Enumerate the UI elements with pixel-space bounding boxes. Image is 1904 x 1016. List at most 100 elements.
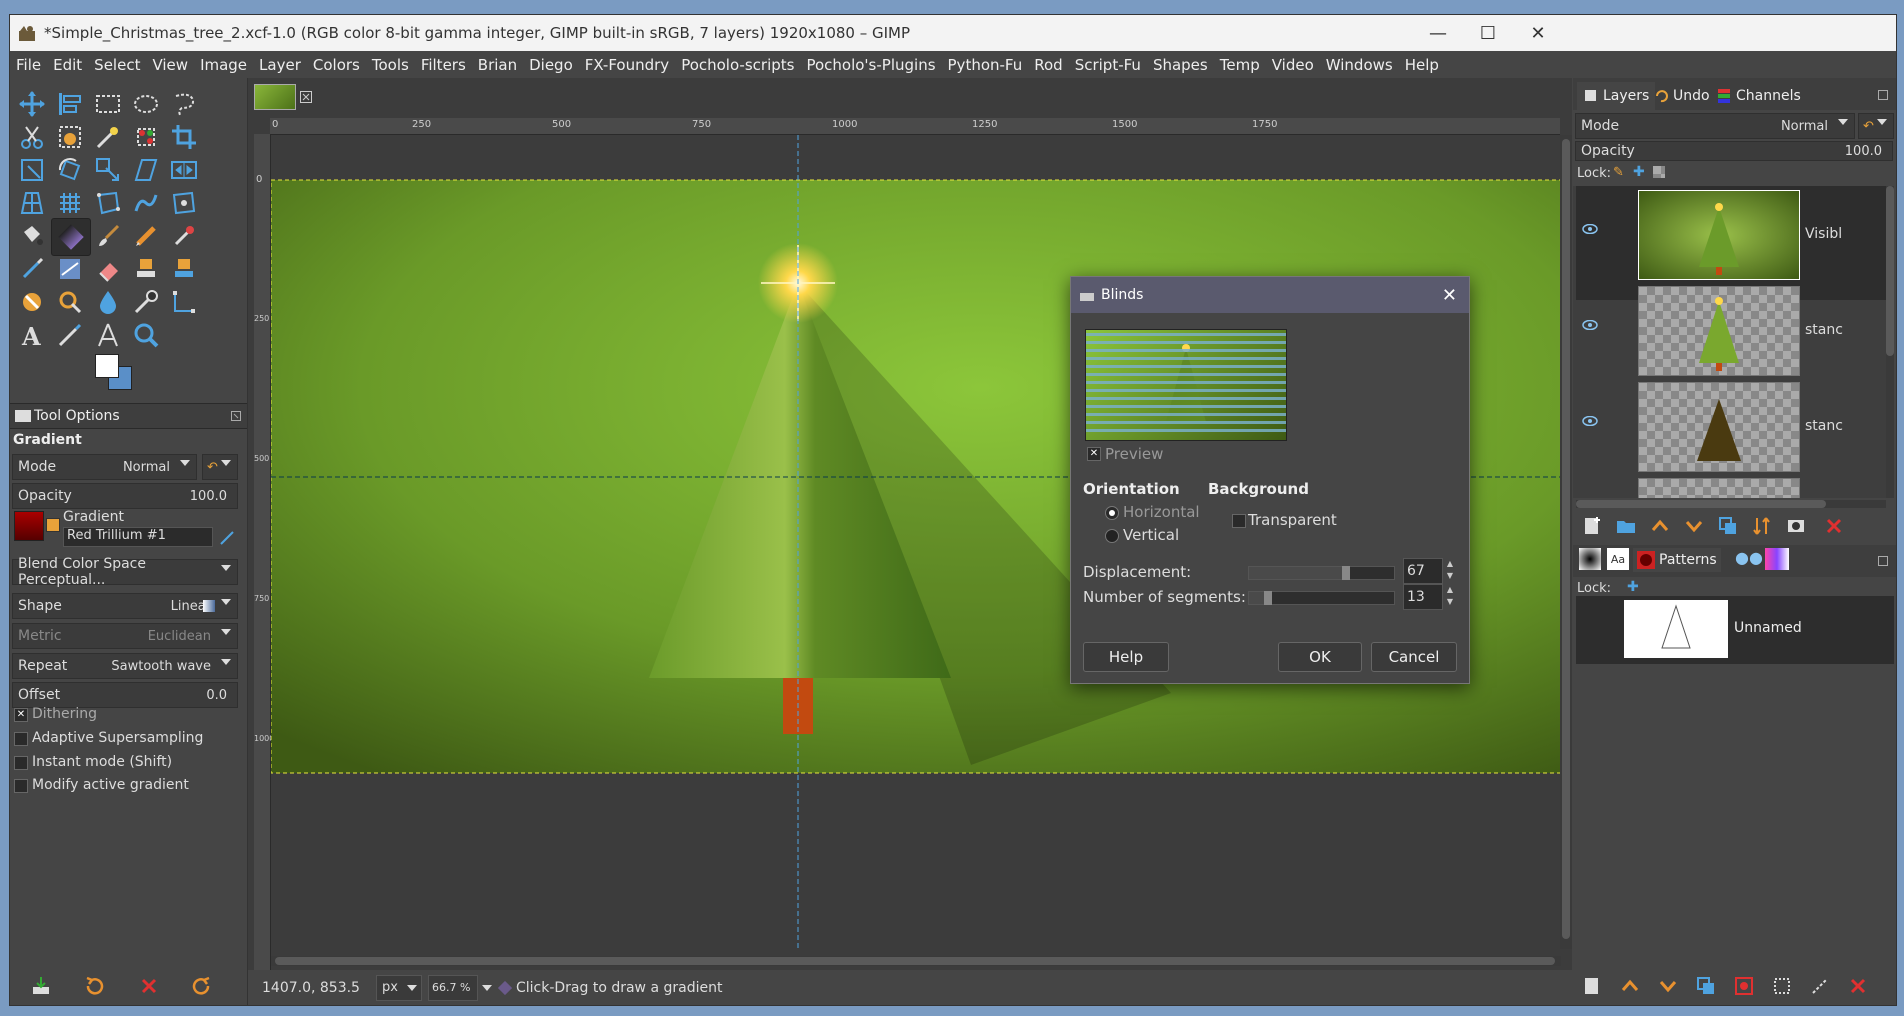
segments-slider[interactable]	[1248, 591, 1395, 605]
smudge-tool-icon[interactable]	[13, 284, 51, 320]
lock-alpha-icon[interactable]	[1653, 166, 1665, 178]
gradient-name-field[interactable]: Red Trillium #1	[63, 527, 213, 547]
preview-checkbox[interactable]: ✕	[1087, 447, 1101, 461]
tab-palettes[interactable]: ●●	[1735, 548, 1763, 570]
tab-undo[interactable]: Undo	[1653, 82, 1710, 110]
color-picker-icon[interactable]	[127, 284, 165, 320]
flip-tool-icon[interactable]	[165, 152, 203, 188]
menu-layer[interactable]: Layer	[253, 56, 307, 74]
dialog-close-icon[interactable]: ✕	[1442, 285, 1457, 306]
horizontal-radio[interactable]	[1105, 506, 1119, 520]
blur-sharpen-icon[interactable]	[89, 284, 127, 320]
paths-tool-icon[interactable]	[165, 284, 203, 320]
menu-view[interactable]: View	[146, 56, 194, 74]
menu-rod[interactable]: Rod	[1028, 56, 1068, 74]
tab-fonts[interactable]: Aa	[1607, 548, 1629, 570]
save-tool-preset-icon[interactable]	[26, 971, 56, 1001]
reset-tool-options-icon[interactable]	[187, 971, 217, 1001]
close-window-button[interactable]: ✕	[1510, 15, 1566, 51]
segments-stepper[interactable]: ▲ ▼	[1444, 584, 1456, 610]
tab-brushes[interactable]	[1579, 548, 1601, 570]
rect-select-icon[interactable]	[89, 86, 127, 122]
tab-channels[interactable]: Channels	[1716, 82, 1801, 110]
measure-tool-icon[interactable]	[51, 317, 89, 353]
anchor-icon[interactable]	[1729, 971, 1759, 1001]
foreground-color-swatch[interactable]	[95, 354, 119, 378]
modify-active-gradient-checkbox[interactable]	[14, 779, 28, 793]
visibility-eye-icon[interactable]	[1582, 320, 1598, 330]
layers-horizontal-scrollbar[interactable]	[1576, 500, 1886, 508]
blend-color-space-select[interactable]: Blend Color Space Perceptual...	[12, 556, 238, 588]
reverse-gradient-icon[interactable]	[46, 518, 60, 532]
pattern-item[interactable]: Unnamed	[1576, 596, 1894, 664]
bucket-fill-icon[interactable]	[13, 218, 51, 254]
menu-filters[interactable]: Filters	[415, 56, 472, 74]
repeat-select[interactable]: Repeat Sawtooth wave	[12, 653, 238, 679]
handle-transform-icon[interactable]	[165, 185, 203, 221]
raise-layer-icon[interactable]	[1645, 511, 1675, 541]
tool-options-tab[interactable]: Tool Options	[34, 408, 120, 424]
menu-help[interactable]: Help	[1399, 56, 1445, 74]
color-select-icon[interactable]	[127, 119, 165, 155]
selection-icon[interactable]	[1805, 971, 1835, 1001]
delete-item-icon[interactable]	[1843, 971, 1873, 1001]
visibility-eye-icon[interactable]	[1582, 224, 1598, 234]
paintbrush-icon[interactable]	[89, 218, 127, 254]
offset-slider[interactable]: Offset 0.0	[12, 682, 238, 708]
visibility-eye-icon[interactable]	[1582, 416, 1598, 426]
dithering-checkbox[interactable]: ✕	[14, 708, 28, 722]
duplicate-layer-icon[interactable]	[1713, 511, 1743, 541]
opacity-slider[interactable]: Opacity 100.0	[12, 483, 238, 509]
segments-spinbox[interactable]: 13	[1403, 584, 1443, 610]
fuzzy-select-icon[interactable]	[89, 119, 127, 155]
menu-pocholos-plugins[interactable]: Pocholo's-Plugins	[800, 56, 941, 74]
zoom-select[interactable]: 66.7 %	[427, 974, 478, 1001]
pencil-icon[interactable]	[127, 218, 165, 254]
mode-select[interactable]: Mode Normal	[12, 454, 197, 480]
layer-row[interactable]	[1576, 474, 1886, 498]
panel-menu-icon[interactable]	[231, 411, 241, 421]
free-select-icon[interactable]	[165, 86, 203, 122]
lock-position-icon[interactable]: ✚	[1627, 579, 1639, 595]
segments-handle[interactable]	[1263, 591, 1272, 605]
merge-layer-icon[interactable]	[1747, 511, 1777, 541]
menu-windows[interactable]: Windows	[1320, 56, 1399, 74]
lower-layer-icon[interactable]	[1679, 511, 1709, 541]
menu-brian[interactable]: Brian	[472, 56, 523, 74]
edit-gradient-icon[interactable]	[218, 529, 236, 547]
menu-image[interactable]: Image	[194, 56, 253, 74]
scale-tool-icon[interactable]	[89, 152, 127, 188]
menu-diego[interactable]: Diego	[523, 56, 579, 74]
menu-fx-foundry[interactable]: FX-Foundry	[579, 56, 675, 74]
chevron-down-icon[interactable]	[481, 984, 492, 991]
transparent-checkbox[interactable]	[1232, 514, 1246, 528]
zoom-tool-icon[interactable]	[127, 317, 165, 353]
menu-script-fu[interactable]: Script-Fu	[1069, 56, 1147, 74]
clone-tool-icon[interactable]	[127, 251, 165, 287]
restore-tool-preset-icon[interactable]	[79, 971, 109, 1001]
cage-transform-icon[interactable]	[89, 185, 127, 221]
panel-menu-icon[interactable]	[1878, 90, 1888, 100]
shear-tool-icon[interactable]	[127, 152, 165, 188]
menu-python-fu[interactable]: Python-Fu	[942, 56, 1029, 74]
foreground-select-icon[interactable]	[51, 119, 89, 155]
image-tab-thumbnail[interactable]	[254, 84, 296, 110]
horizontal-scrollbar[interactable]	[271, 956, 1561, 966]
align-tool-icon[interactable]	[51, 86, 89, 122]
lock-pixels-icon[interactable]: ✎	[1613, 165, 1624, 180]
mode-reset-button[interactable]: ↶	[202, 454, 238, 480]
panel-menu-icon[interactable]	[1878, 556, 1888, 566]
raise-item-icon[interactable]	[1615, 971, 1645, 1001]
crop-tool-icon[interactable]	[165, 119, 203, 155]
layer-mode-reset[interactable]: ↶	[1858, 113, 1894, 139]
adaptive-supersampling-checkbox[interactable]	[14, 732, 28, 746]
mypaint-brush-icon[interactable]	[51, 251, 89, 287]
menu-file[interactable]: File	[10, 56, 47, 74]
duplicate-item-icon[interactable]	[1691, 971, 1721, 1001]
displacement-spinbox[interactable]: 67	[1403, 558, 1443, 584]
tab-gradients[interactable]	[1765, 548, 1789, 570]
unit-select[interactable]: px	[375, 974, 422, 1001]
menu-temp[interactable]: Temp	[1214, 56, 1266, 74]
merge-down-icon[interactable]	[1767, 971, 1797, 1001]
move-tool-icon[interactable]	[13, 86, 51, 122]
